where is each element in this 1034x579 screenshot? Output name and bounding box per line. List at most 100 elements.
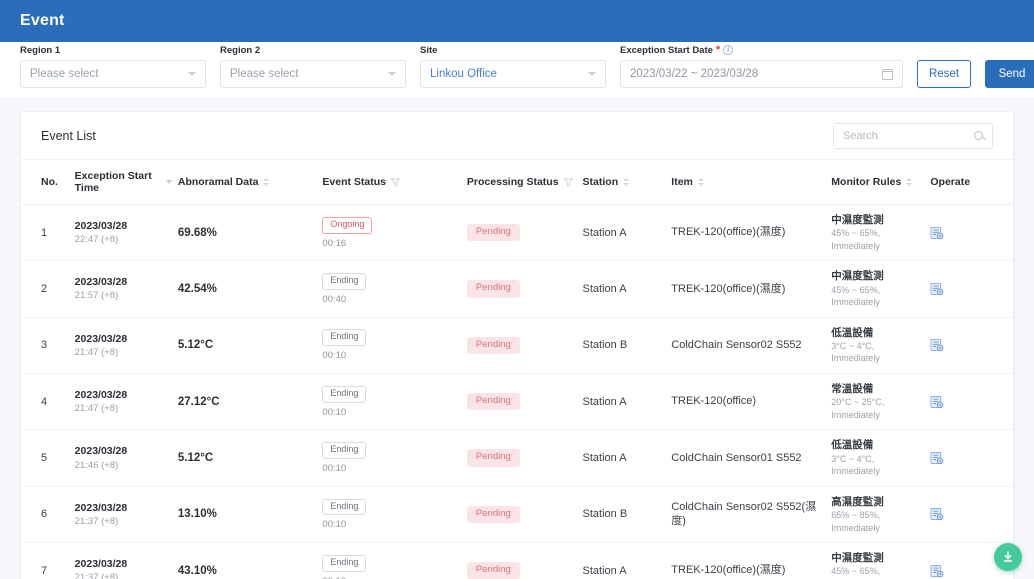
processing-badge: Pending <box>466 336 520 355</box>
page-title: Event <box>20 12 65 29</box>
item-value: ColdChain Sensor01 S552 <box>671 451 802 464</box>
start-time: 21:46 (+8) <box>74 459 119 471</box>
report-detail-icon[interactable] <box>930 395 944 409</box>
abnormal-value: 42.54% <box>177 283 217 296</box>
region1-select[interactable]: Please select <box>20 60 206 88</box>
table-header-row: No. Exception Start Time Abnoramal Data <box>21 160 1013 205</box>
elapsed-time: 00:10 <box>322 350 347 362</box>
rule-name: 中濕度監測 <box>831 214 884 226</box>
chevron-down-icon[interactable] <box>165 180 172 184</box>
cell-event-status: Ending 00:40 <box>322 260 467 318</box>
table-row[interactable]: 72023/03/2821:37 (+8)43.10%Ending00:10Pe… <box>21 542 1013 579</box>
report-detail-icon[interactable] <box>930 564 944 578</box>
rule-name: 低溫設備 <box>831 326 874 339</box>
report-detail-icon[interactable] <box>930 507 944 521</box>
search-input[interactable]: Search <box>833 122 993 149</box>
date-range-input[interactable]: 2023/03/22 ~ 2023/03/28 <box>620 60 903 88</box>
calendar-icon[interactable] <box>882 68 893 80</box>
col-event-status[interactable]: Event Status <box>322 160 467 205</box>
report-detail-icon[interactable] <box>930 226 944 240</box>
cell-monitor-rules: 低溫設備 3°C ~ 4°C, Immediately <box>831 317 931 375</box>
search-icon[interactable] <box>974 131 983 140</box>
status-badge: Ending <box>322 273 367 290</box>
rule-range: 3°C ~ 4°C, <box>831 340 875 351</box>
col-monitor-rules[interactable]: Monitor Rules <box>831 160 931 205</box>
date-range-value: 2023/03/22 ~ 2023/03/28 <box>630 68 759 80</box>
abnormal-value: 5.12°C <box>177 339 214 352</box>
rule-range: 45% ~ 65%, <box>831 284 881 295</box>
cell-start-time: 2023/03/28 21:37 (+8) <box>74 486 178 544</box>
search-placeholder: Search <box>843 129 878 142</box>
table-row[interactable]: 4 2023/03/28 21:47 (+8) 27.12°C Ending 00:10 P… <box>21 373 1013 431</box>
cell-no: 7 <box>21 542 75 579</box>
filter-icon[interactable] <box>391 178 401 187</box>
row-number: 3 <box>41 339 48 352</box>
card-header: Event List Search <box>21 112 1013 160</box>
filter-region2: Region 2 Please select <box>220 44 406 88</box>
rule-name: 中濕度監測 <box>831 552 884 565</box>
start-time: 21:47 (+8) <box>74 346 119 358</box>
cell-item: ColdChain Sensor01 S552 <box>671 429 832 487</box>
sort-icon[interactable] <box>906 178 913 186</box>
site-label: Site <box>420 44 438 56</box>
cell-abnormal-data: 69.68% <box>177 204 323 262</box>
sort-icon[interactable] <box>623 178 630 186</box>
cell-monitor-rules: 中濕度監測 45% ~ 65%,Immediately <box>831 204 931 262</box>
item-value: TREK-120(office) <box>671 395 757 408</box>
col-station-label: Station <box>582 176 619 188</box>
abnormal-value: 69.68% <box>177 226 217 239</box>
report-detail-icon[interactable] <box>930 338 944 352</box>
cell-station: Station A <box>582 429 672 487</box>
cell-abnormal-data: 42.54% <box>177 260 323 318</box>
filter-icon[interactable] <box>563 178 573 187</box>
table-row[interactable]: 2 2023/03/28 21:57 (+8) 42.54% Ending 00:40 Pe… <box>21 260 1013 318</box>
cell-event-status: Ending 00:10 <box>322 486 467 544</box>
col-station[interactable]: Station <box>582 160 672 205</box>
col-no-label: No. <box>41 176 58 188</box>
row-number: 4 <box>41 395 48 408</box>
report-detail-icon[interactable] <box>930 451 944 465</box>
row-number: 1 <box>41 226 48 239</box>
col-processing-status[interactable]: Processing Status <box>466 160 583 205</box>
abnormal-value: 43.10% <box>177 564 217 577</box>
sort-icon[interactable] <box>697 178 704 186</box>
cell-processing-status: Pending <box>466 373 583 431</box>
cell-no: 4 <box>21 373 75 431</box>
table-row[interactable]: 1 2023/03/28 22:47 (+8) 69.68% Ongoing 00:16 P… <box>21 204 1013 262</box>
download-button[interactable] <box>994 543 1022 571</box>
row-number: 5 <box>41 452 48 465</box>
rule-trigger: Immediately <box>831 409 880 420</box>
processing-badge: Pending <box>466 505 520 524</box>
elapsed-time: 00:16 <box>322 237 347 249</box>
cell-abnormal-data: 43.10% <box>177 542 323 579</box>
station-value: Station A <box>582 452 627 465</box>
cell-station: Station B <box>582 317 672 375</box>
rule-range: 45% ~ 65%, <box>831 228 881 239</box>
start-date: 2023/03/28 <box>74 501 128 514</box>
cell-abnormal-data: 13.10% <box>177 486 323 544</box>
table-row[interactable]: 6 2023/03/28 21:37 (+8) 13.10% Ending 00:10 Pe… <box>21 486 1013 544</box>
send-button[interactable]: Send <box>985 60 1034 88</box>
cell-processing-status: Pending <box>466 317 583 375</box>
region2-label: Region 2 <box>220 44 261 56</box>
rule-range: 65% ~ 85%, <box>831 509 881 520</box>
report-detail-icon[interactable] <box>930 282 944 296</box>
site-select[interactable]: Linkou Office <box>420 60 606 88</box>
table-row[interactable]: 3 2023/03/28 21:47 (+8) 5.12°C Ending 00:10 Pe… <box>21 317 1013 375</box>
abnormal-value: 5.12°C <box>177 452 214 465</box>
row-number: 2 <box>41 283 48 296</box>
reset-button[interactable]: Reset <box>917 60 971 88</box>
processing-badge: Pending <box>466 393 520 411</box>
info-icon[interactable]: i <box>723 45 734 55</box>
cell-item: ColdChain Sensor02 S552 <box>671 317 832 375</box>
col-exception-start-time[interactable]: Exception Start Time <box>74 160 178 205</box>
col-item[interactable]: Item <box>671 160 832 205</box>
rule-trigger: Immediately <box>831 466 880 477</box>
region2-select[interactable]: Please select <box>220 60 406 88</box>
col-abnormal-data[interactable]: Abnoramal Data <box>177 160 323 205</box>
start-date: 2023/03/28 <box>74 445 128 458</box>
table-row[interactable]: 5 2023/03/28 21:46 (+8) 5.12°C Ending 00:10 Pe… <box>21 429 1013 487</box>
sort-icon[interactable] <box>263 178 270 186</box>
site-value: Linkou Office <box>430 68 497 80</box>
page-root: Event Region 1 Please select Region 2 Pl… <box>0 0 1034 579</box>
